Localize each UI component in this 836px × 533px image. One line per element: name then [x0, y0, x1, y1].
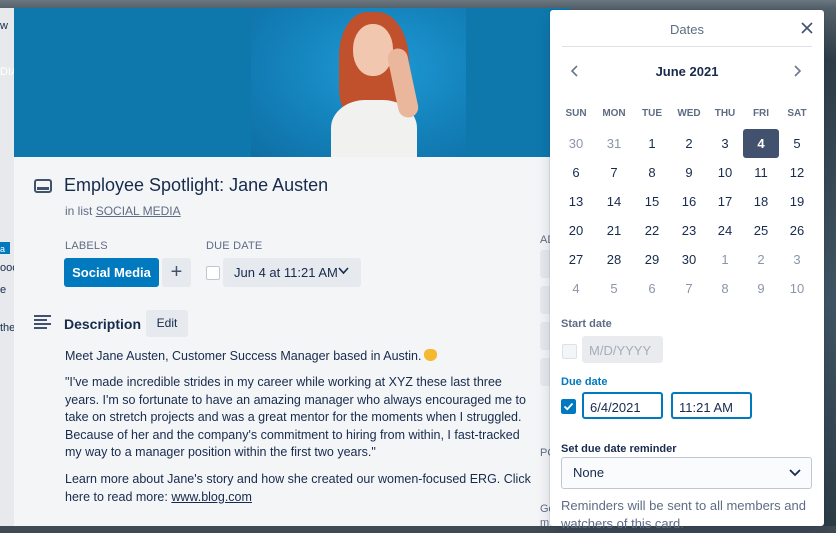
edit-description-button[interactable]: Edit	[146, 310, 188, 337]
calendar-day[interactable]: 3	[707, 129, 743, 158]
label-social-media[interactable]: Social Media	[64, 258, 159, 287]
cover-image	[251, 8, 466, 157]
calendar-day[interactable]: 25	[743, 216, 779, 245]
description-paragraph[interactable]: Meet Jane Austen, Customer Success Manag…	[65, 348, 537, 366]
reminder-value: None	[573, 465, 605, 480]
background-text: w	[0, 20, 8, 32]
chevron-down-icon	[338, 267, 349, 275]
in-list-prefix: in list	[65, 204, 93, 218]
reminder-note: Reminders will be sent to all members an…	[561, 498, 806, 531]
calendar-day[interactable]: 7	[596, 158, 632, 187]
calendar-day[interactable]: 23	[671, 216, 707, 245]
due-complete-checkbox[interactable]	[206, 266, 220, 280]
card-icon	[34, 179, 52, 193]
calendar-day[interactable]: 1	[707, 245, 743, 274]
calendar-day[interactable]: 21	[596, 216, 632, 245]
calendar-day[interactable]: 17	[707, 187, 743, 216]
description-paragraph[interactable]: Learn more about Jane's story and how sh…	[65, 471, 537, 506]
month-label: June 2021	[655, 64, 719, 79]
blog-link[interactable]: www.blog.com	[171, 490, 252, 504]
calendar-day[interactable]: 1	[634, 129, 670, 158]
background-text: a	[0, 244, 6, 254]
calendar-day[interactable]: 14	[596, 187, 632, 216]
popover-title: Dates	[670, 22, 704, 37]
calendar-day[interactable]: 16	[671, 187, 707, 216]
calendar-day[interactable]: 2	[671, 129, 707, 158]
calendar-day[interactable]: 8	[634, 158, 670, 187]
waving-hand-icon	[424, 349, 438, 361]
background-text: the	[0, 322, 16, 334]
chevron-right-icon[interactable]	[790, 64, 804, 78]
weekday-header: MON	[602, 108, 626, 119]
weekday-header: SUN	[565, 108, 587, 119]
calendar-day[interactable]: 3	[779, 245, 815, 274]
description-icon	[34, 315, 51, 329]
calendar-day[interactable]: 9	[671, 158, 707, 187]
reminder-select[interactable]: None	[561, 457, 812, 489]
calendar-day[interactable]: 2	[743, 245, 779, 274]
card-title[interactable]: Employee Spotlight: Jane Austen	[64, 175, 328, 196]
calendar-day[interactable]: 31	[596, 129, 632, 158]
calendar-day[interactable]: 6	[634, 274, 670, 303]
weekday-header: TUE	[642, 108, 662, 119]
due-date-button[interactable]: Jun 4 at 11:21 AM	[223, 258, 361, 287]
start-date-label: Start date	[561, 318, 612, 330]
calendar-day[interactable]: 11	[743, 158, 779, 187]
description-paragraph[interactable]: "I've made incredible strides in my care…	[65, 374, 537, 462]
start-date-input[interactable]: M/D/YYYY	[582, 336, 663, 363]
calendar-day[interactable]: 30	[671, 245, 707, 274]
cover-image-face	[353, 24, 393, 76]
weekday-header: FRI	[752, 108, 770, 119]
list-name-link[interactable]: SOCIAL MEDIA	[96, 204, 181, 218]
card-cover[interactable]	[14, 8, 570, 157]
in-list-text: in list SOCIAL MEDIA	[65, 204, 181, 218]
description-text: Meet Jane Austen, Customer Success Manag…	[65, 349, 422, 363]
description-heading: Description	[64, 316, 142, 332]
start-date-checkbox[interactable]	[562, 344, 577, 359]
calendar-day-selected[interactable]: 4	[743, 129, 779, 158]
dates-popover: Dates June 2021 SUN MON TUE WED THU FRI SAT 30 3…	[550, 10, 824, 531]
labels-heading: LABELS	[65, 240, 108, 252]
reminder-label: Set due date reminder	[561, 443, 677, 455]
calendar-day[interactable]: 15	[634, 187, 670, 216]
calendar-day[interactable]: 18	[743, 187, 779, 216]
calendar-day[interactable]: 10	[779, 274, 815, 303]
calendar-day[interactable]: 24	[707, 216, 743, 245]
card-modal: Employee Spotlight: Jane Austen in list …	[14, 8, 570, 526]
calendar-day[interactable]: 12	[779, 158, 815, 187]
calendar-day[interactable]: 4	[558, 274, 594, 303]
due-date-input[interactable]: 6/4/2021	[582, 392, 663, 419]
calendar-day[interactable]: 7	[671, 274, 707, 303]
due-date-value: Jun 4 at 11:21 AM	[234, 265, 338, 280]
description-text: Learn more about Jane's story and how sh…	[65, 472, 531, 504]
due-date-label: Due date	[561, 376, 608, 388]
sidebar-text: m	[540, 517, 550, 526]
background-text: e	[0, 284, 7, 296]
calendar-day[interactable]: 13	[558, 187, 594, 216]
calendar-day[interactable]: 28	[596, 245, 632, 274]
calendar-day[interactable]: 27	[558, 245, 594, 274]
calendar-day[interactable]: 10	[707, 158, 743, 187]
chevron-down-icon	[789, 469, 801, 477]
calendar-day[interactable]: 8	[707, 274, 743, 303]
add-label-button[interactable]: +	[162, 258, 191, 287]
calendar-day[interactable]: 5	[596, 274, 632, 303]
weekday-header: THU	[714, 108, 736, 119]
weekday-header: SAT	[787, 108, 807, 119]
calendar-day[interactable]: 9	[743, 274, 779, 303]
calendar-day[interactable]: 30	[558, 129, 594, 158]
calendar-day[interactable]: 5	[779, 129, 815, 158]
due-time-input[interactable]: 11:21 AM	[671, 392, 752, 419]
due-date-heading: DUE DATE	[206, 240, 263, 252]
due-date-checkbox[interactable]	[561, 399, 576, 414]
divider	[562, 46, 812, 47]
weekday-header: WED	[677, 108, 701, 119]
calendar-day[interactable]: 29	[634, 245, 670, 274]
calendar-day[interactable]: 6	[558, 158, 594, 187]
close-icon[interactable]	[800, 21, 814, 35]
calendar-day[interactable]: 22	[634, 216, 670, 245]
calendar-day[interactable]: 19	[779, 187, 815, 216]
calendar-day[interactable]: 20	[558, 216, 594, 245]
calendar-day[interactable]: 26	[779, 216, 815, 245]
